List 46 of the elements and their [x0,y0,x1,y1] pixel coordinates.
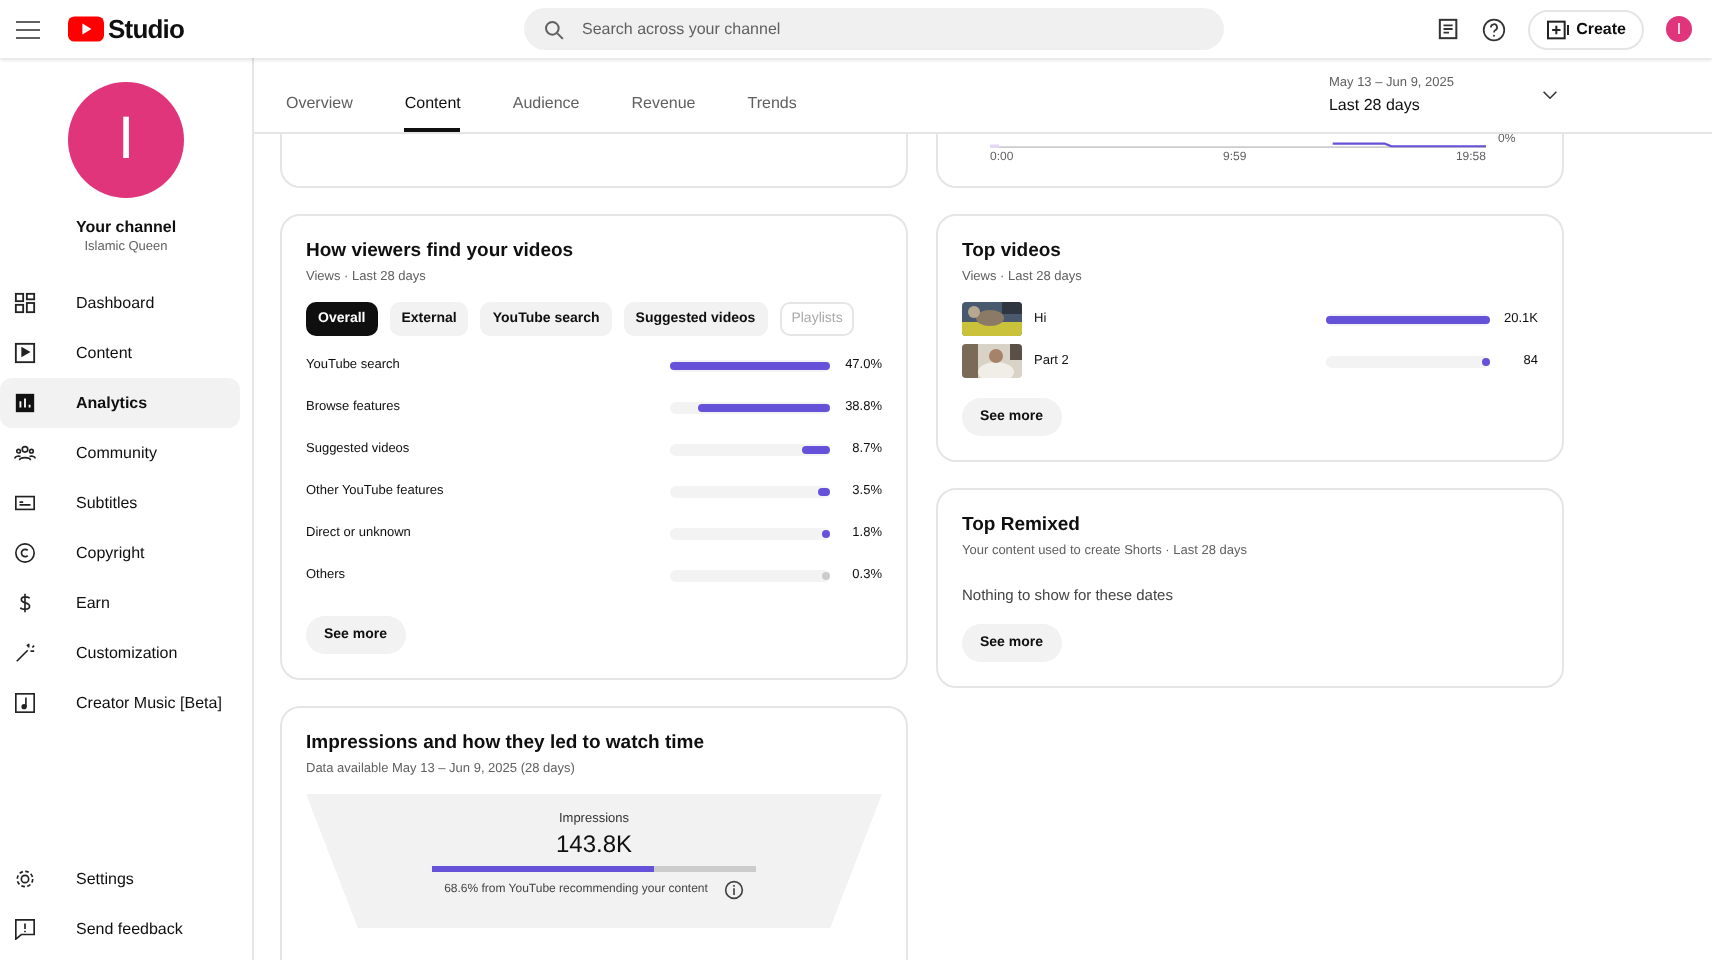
music-icon [14,692,36,714]
content-icon [14,342,36,364]
menu-icon[interactable] [16,19,40,39]
search-icon [544,19,564,39]
sidebar-item[interactable]: Content [0,328,240,378]
card-title: Impressions and how they led to watch time [306,732,707,754]
account-avatar[interactable]: I [1666,16,1692,42]
earn-icon [14,592,36,614]
dashboard-icon [14,292,36,314]
card-title: How viewers find your videos [306,240,576,262]
sidebar-item[interactable]: Dashboard [0,278,240,328]
customization-icon [14,642,36,664]
feedback-icon [14,918,36,940]
add-video-icon [1546,19,1571,39]
sidebar-item[interactable]: Customization [0,628,240,678]
analytics-tab[interactable]: Audience [512,58,580,132]
subtitles-icon [14,492,36,514]
analytics-tab[interactable]: Content [404,58,461,132]
sidebar-item[interactable]: Settings [0,854,240,904]
card-title: Top videos [962,240,1063,262]
info-icon[interactable] [723,880,744,900]
play-logo-icon [68,16,104,42]
sidebar-item[interactable]: Copyright [0,528,240,578]
analytics-tab[interactable]: Trends [747,58,797,132]
settings-icon [14,868,36,890]
channel-avatar[interactable]: I [68,82,184,198]
chevron-down-icon [1542,90,1558,100]
card-title: Top Remixed [962,514,1082,536]
analytics-tab[interactable]: Overview [286,58,353,132]
metric-value: 143.8K [555,830,633,858]
copyright-icon [14,542,36,564]
logo-text: Studio [108,14,185,44]
community-icon [14,442,36,464]
channel-title: Your channel [73,218,179,236]
create-button[interactable]: Create [1528,9,1644,49]
sidebar-item[interactable]: Earn [0,578,240,628]
analytics-tab[interactable]: Revenue [631,58,696,132]
sidebar-item[interactable]: Community [0,428,240,478]
sidebar-item[interactable]: Send feedback [0,904,240,954]
sidebar-item[interactable]: Creator Music [Beta] [0,678,240,728]
help-icon[interactable] [1482,17,1507,41]
search-field[interactable]: Search across your channel [524,8,1224,50]
notes-icon[interactable] [1438,18,1461,40]
sidebar-item[interactable]: Analytics [0,378,240,428]
analytics-icon [14,392,36,414]
sidebar-item[interactable]: Subtitles [0,478,240,528]
